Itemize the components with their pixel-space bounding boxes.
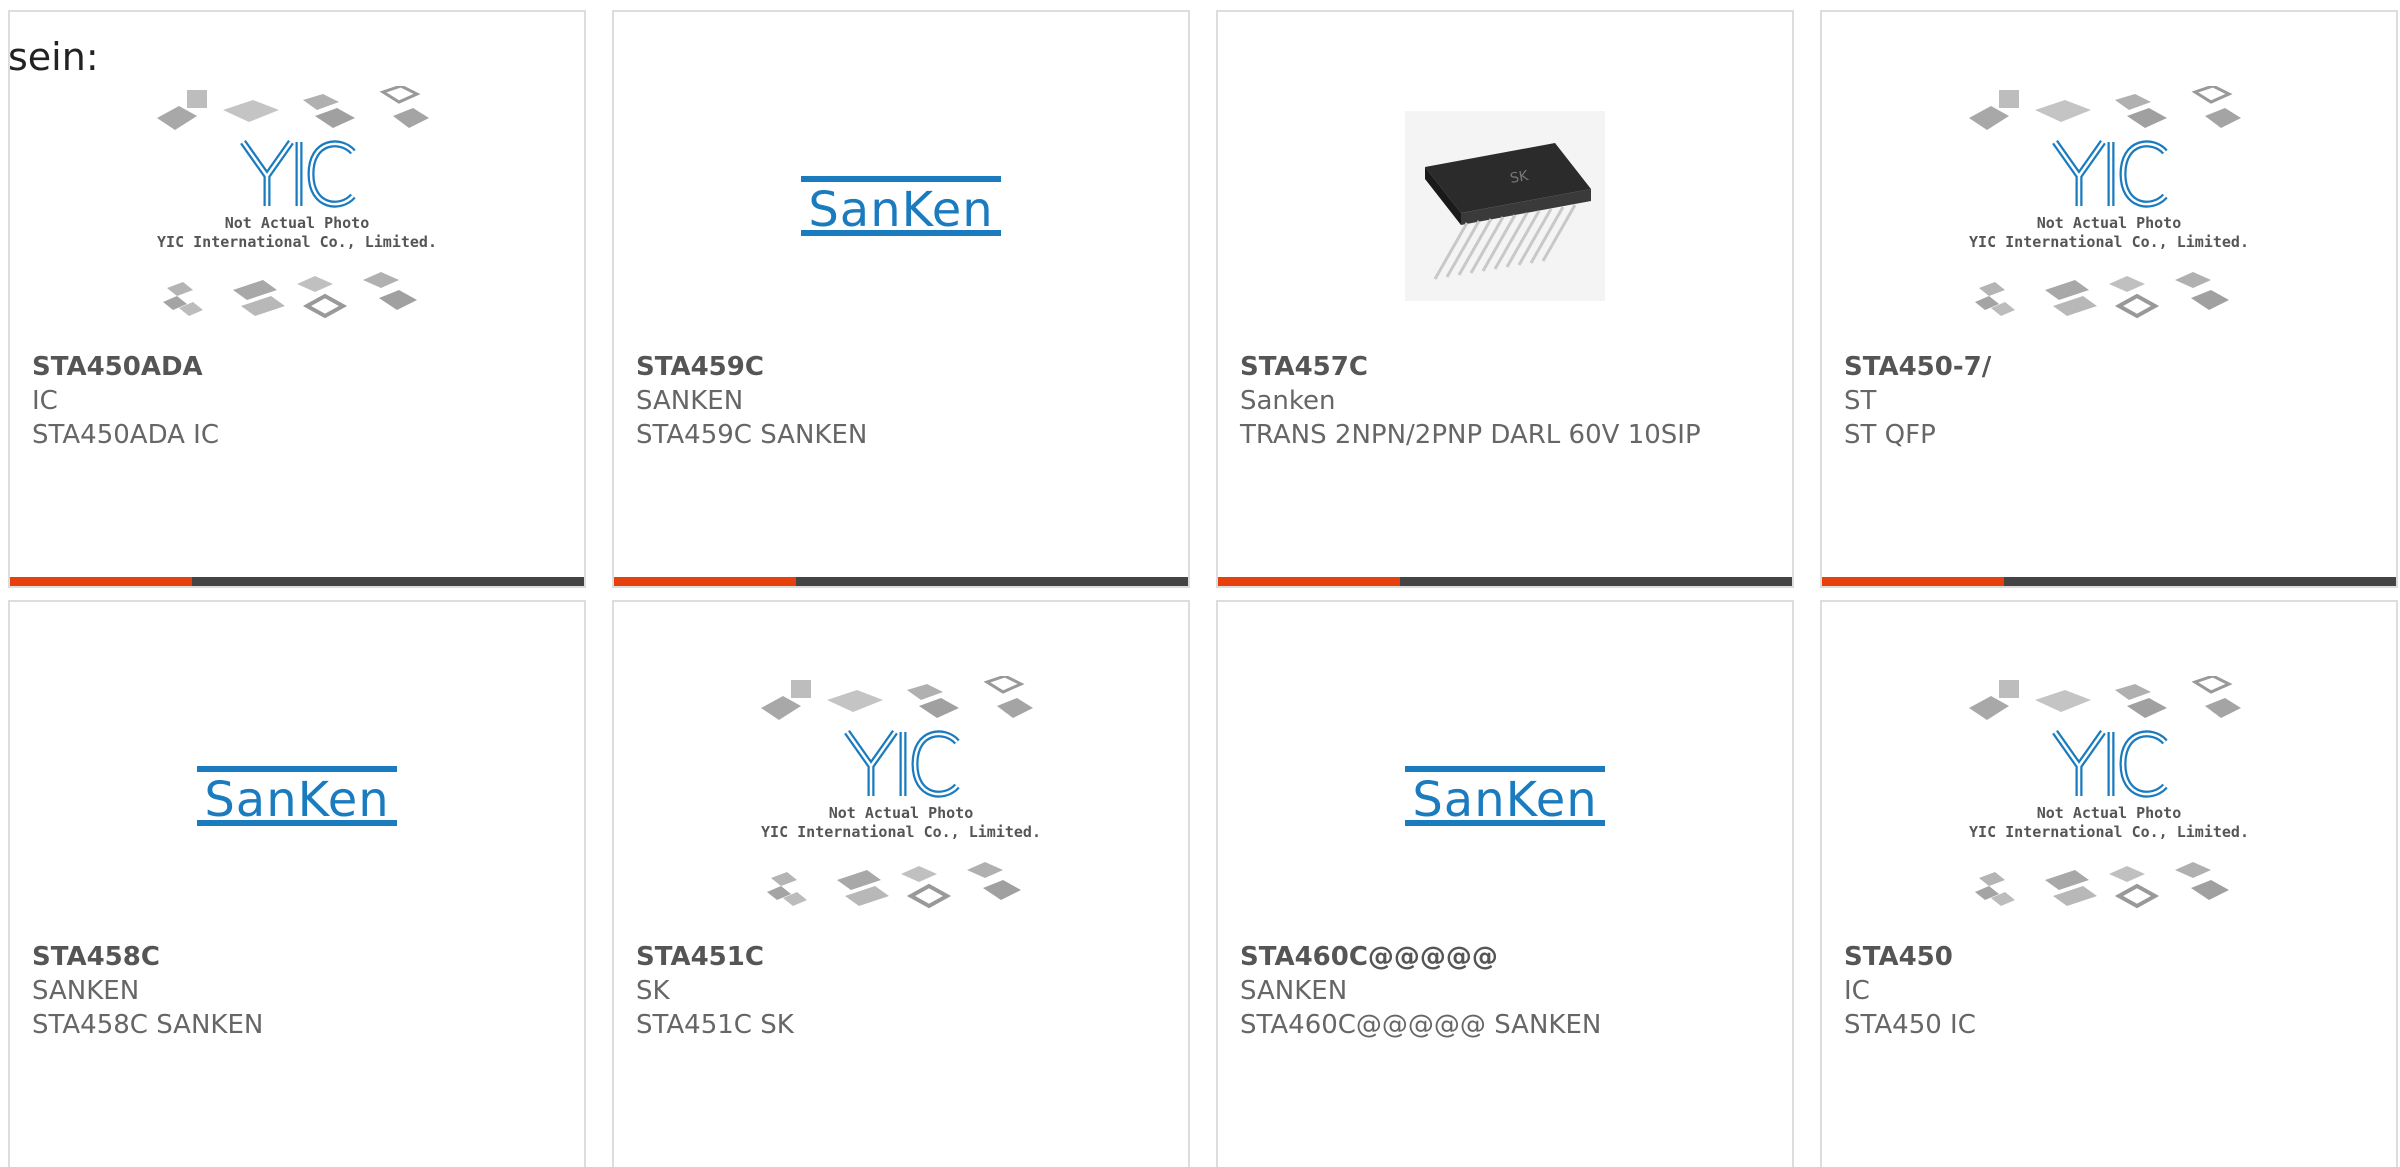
chips-icon xyxy=(1975,272,2229,319)
card-accent xyxy=(1218,577,1400,586)
logo-text: SanKen xyxy=(1412,772,1597,826)
product-info: STA458C SANKEN STA458C SANKEN xyxy=(32,940,562,1042)
manufacturer: ST xyxy=(1844,386,1877,416)
product-image[interactable]: SK xyxy=(1218,56,1792,356)
product-card[interactable]: Not Actual Photo YIC International Co., … xyxy=(1820,600,2398,1167)
product-info: STA450ADA IC STA450ADA IC xyxy=(32,350,562,452)
description: STA450 IC xyxy=(1844,1010,1976,1040)
product-image[interactable]: SanKen xyxy=(10,646,584,946)
product-image[interactable]: Not Actual Photo YIC International Co., … xyxy=(10,56,584,356)
card-accent xyxy=(614,577,796,586)
description: STA458C SANKEN xyxy=(32,1010,264,1040)
product-card[interactable]: SK STA457C Sanken TRANS 2NPN/2PNP DARL 6… xyxy=(1216,10,1794,588)
manufacturer: SANKEN xyxy=(1240,976,1348,1006)
chips-icon xyxy=(1969,86,2241,130)
yic-placeholder-image: Not Actual Photo YIC International Co., … xyxy=(1969,86,2249,326)
yic-logo-icon xyxy=(844,729,960,798)
yic-logo-icon xyxy=(2052,729,2168,798)
yic-placeholder-image: Not Actual Photo YIC International Co., … xyxy=(761,676,1041,916)
product-info: STA451C SK STA451C SK xyxy=(636,940,1166,1042)
part-number[interactable]: STA460C@@@@@ xyxy=(1240,940,1770,974)
chips-icon xyxy=(1969,676,2241,720)
placeholder-line-1: Not Actual Photo xyxy=(224,214,370,232)
sanken-logo-icon: SanKen xyxy=(197,766,397,826)
intro-text: sein: xyxy=(8,35,99,79)
card-bottom-bar xyxy=(1218,577,1792,586)
placeholder-line-2: YIC International Co., Limited. xyxy=(761,823,1041,841)
yic-placeholder-image: Not Actual Photo YIC International Co., … xyxy=(1969,676,2249,916)
product-image[interactable]: SanKen xyxy=(614,56,1188,356)
logo-text: SanKen xyxy=(808,182,993,236)
sip-chip-photo: SK xyxy=(1405,111,1605,301)
part-number[interactable]: STA450-7/ xyxy=(1844,350,2374,384)
placeholder-note: Not Actual Photo YIC International Co., … xyxy=(761,804,1041,842)
chips-icon xyxy=(767,862,1021,909)
page: sein: Not Actual Photo YIC International… xyxy=(0,0,2400,1167)
placeholder-note: Not Actual Photo YIC International Co., … xyxy=(1969,214,2249,252)
card-accent xyxy=(1822,577,2004,586)
product-card[interactable]: SanKen STA460C@@@@@ SANKEN STA460C@@@@@ … xyxy=(1216,600,1794,1167)
placeholder-line-2: YIC International Co., Limited. xyxy=(157,233,437,251)
logo-text: SanKen xyxy=(204,772,389,826)
product-grid: Not Actual Photo YIC International Co., … xyxy=(8,10,2398,1167)
placeholder-line-1: Not Actual Photo xyxy=(828,804,974,822)
product-info: STA450 IC STA450 IC xyxy=(1844,940,2374,1042)
card-bottom-bar xyxy=(614,577,1188,586)
product-card[interactable]: Not Actual Photo YIC International Co., … xyxy=(1820,10,2398,588)
product-info: STA459C SANKEN STA459C SANKEN xyxy=(636,350,1166,452)
yic-placeholder-image: Not Actual Photo YIC International Co., … xyxy=(157,86,437,326)
manufacturer: Sanken xyxy=(1240,386,1336,416)
part-number[interactable]: STA457C xyxy=(1240,350,1770,384)
sanken-logo-icon: SanKen xyxy=(801,176,1001,236)
product-image[interactable]: Not Actual Photo YIC International Co., … xyxy=(1822,56,2396,356)
manufacturer: SANKEN xyxy=(636,386,744,416)
placeholder-line-2: YIC International Co., Limited. xyxy=(1969,233,2249,251)
product-image[interactable]: Not Actual Photo YIC International Co., … xyxy=(614,646,1188,946)
sanken-logo-icon: SanKen xyxy=(1405,766,1605,826)
product-image[interactable]: Not Actual Photo YIC International Co., … xyxy=(1822,646,2396,946)
card-accent xyxy=(10,577,192,586)
description: ST QFP xyxy=(1844,420,1936,450)
product-card[interactable]: Not Actual Photo YIC International Co., … xyxy=(8,10,586,588)
description: STA460C@@@@@ SANKEN xyxy=(1240,1010,1602,1040)
part-number[interactable]: STA459C xyxy=(636,350,1166,384)
placeholder-line-1: Not Actual Photo xyxy=(2036,804,2182,822)
placeholder-note: Not Actual Photo YIC International Co., … xyxy=(1969,804,2249,842)
product-info: STA457C Sanken TRANS 2NPN/2PNP DARL 60V … xyxy=(1240,350,1770,452)
chips-icon xyxy=(157,86,429,130)
product-image[interactable]: SanKen xyxy=(1218,646,1792,946)
description: STA450ADA IC xyxy=(32,420,220,450)
part-number[interactable]: STA458C xyxy=(32,940,562,974)
product-card[interactable]: SanKen STA458C SANKEN STA458C SANKEN xyxy=(8,600,586,1167)
manufacturer: SANKEN xyxy=(32,976,140,1006)
product-info: STA460C@@@@@ SANKEN STA460C@@@@@ SANKEN xyxy=(1240,940,1770,1042)
yic-logo-icon xyxy=(2052,139,2168,208)
description: STA451C SK xyxy=(636,1010,794,1040)
part-number[interactable]: STA450 xyxy=(1844,940,2374,974)
product-info: STA450-7/ ST ST QFP xyxy=(1844,350,2374,452)
chips-icon xyxy=(1975,862,2229,909)
chips-icon xyxy=(761,676,1033,720)
card-bottom-bar xyxy=(10,577,584,586)
card-bottom-bar xyxy=(1822,577,2396,586)
product-card[interactable]: SanKen STA459C SANKEN STA459C SANKEN xyxy=(612,10,1190,588)
yic-logo-icon xyxy=(240,139,356,208)
description: STA459C SANKEN xyxy=(636,420,868,450)
chips-icon xyxy=(163,272,417,319)
description: TRANS 2NPN/2PNP DARL 60V 10SIP xyxy=(1240,420,1701,450)
part-number[interactable]: STA450ADA xyxy=(32,350,562,384)
placeholder-note: Not Actual Photo YIC International Co., … xyxy=(157,214,437,252)
manufacturer: SK xyxy=(636,976,670,1006)
placeholder-line-1: Not Actual Photo xyxy=(2036,214,2182,232)
svg-text:SK: SK xyxy=(1509,168,1530,187)
part-number[interactable]: STA451C xyxy=(636,940,1166,974)
manufacturer: IC xyxy=(32,386,58,416)
product-card[interactable]: Not Actual Photo YIC International Co., … xyxy=(612,600,1190,1167)
manufacturer: IC xyxy=(1844,976,1870,1006)
placeholder-line-2: YIC International Co., Limited. xyxy=(1969,823,2249,841)
